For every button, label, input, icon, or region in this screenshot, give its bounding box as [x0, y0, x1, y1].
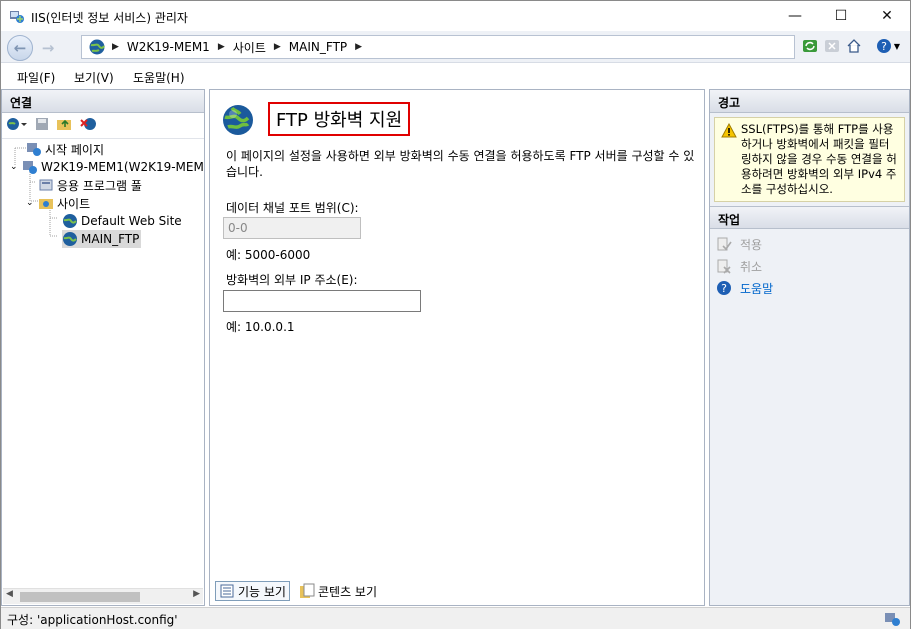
scrollbar-thumb[interactable]: [20, 592, 140, 602]
connections-pane: 연결 시작 페이지 ⌄ W2K19-MEM1(W2K19-MEM 응용 프로그램…: [1, 89, 205, 606]
feature-description: 이 페이지의 설정을 사용하면 외부 방화벽의 수동 연결을 허용하도록 FTP…: [226, 149, 695, 179]
disconnect-icon[interactable]: [80, 116, 98, 135]
server-globe-icon: [89, 39, 105, 55]
stop-icon[interactable]: [823, 37, 841, 55]
connections-tree: 시작 페이지 ⌄ W2K19-MEM1(W2K19-MEM 응용 프로그램 풀 …: [2, 140, 204, 590]
tree-item-label: 사이트: [57, 196, 91, 211]
save-icon[interactable]: [34, 116, 50, 135]
actions-pane: 경고 SSL(FTPS)를 통해 FTP를 사용하거나 방화벽에서 패킷을 필터…: [709, 89, 910, 606]
horizontal-scrollbar[interactable]: ◀ ▶: [3, 588, 203, 604]
content-view-icon: [299, 583, 315, 598]
tree-item-default-web-site[interactable]: Default Web Site: [62, 212, 182, 230]
title-bar: IIS(인터넷 정보 서비스) 관리자 — ☐ ✕: [1, 1, 910, 31]
globe-icon: [63, 214, 77, 228]
features-view-icon: [220, 584, 234, 598]
home-icon[interactable]: [845, 37, 863, 55]
alerts-header: 경고: [710, 90, 909, 113]
minimize-button[interactable]: —: [772, 1, 818, 31]
app-pool-icon: [39, 179, 53, 191]
tab-content-view[interactable]: 콘텐츠 보기: [296, 581, 380, 601]
cancel-icon: [717, 259, 731, 274]
globe-icon: [63, 232, 77, 246]
menu-bar: 파일(F) 보기(V) 도움말(H): [1, 64, 910, 88]
connect-icon[interactable]: [6, 116, 28, 135]
port-range-example: 예: 5000-6000: [226, 248, 311, 262]
tab-label: 기능 보기: [238, 584, 286, 599]
tree-item-app-pools[interactable]: 응용 프로그램 풀: [38, 176, 142, 194]
status-bar: 구성: 'applicationHost.config': [1, 607, 910, 629]
back-button[interactable]: ←: [7, 35, 33, 61]
alert-message: SSL(FTPS)를 통해 FTP를 사용하거나 방화벽에서 패킷을 필터링하지…: [741, 122, 897, 196]
port-range-label: 데이터 채널 포트 범위(C):: [226, 201, 359, 215]
tree-item-label: W2K19-MEM1(W2K19-MEM: [41, 160, 204, 174]
apply-icon: [717, 237, 732, 251]
feature-pane: FTP 방화벽 지원 이 페이지의 설정을 사용하면 외부 방화벽의 수동 연결…: [209, 89, 705, 606]
scroll-left-icon[interactable]: ◀: [6, 589, 13, 599]
breadcrumb-separator-icon: ▶: [217, 42, 225, 52]
connections-toolbar: [2, 113, 204, 139]
tree-item-sites[interactable]: ⌄ 사이트: [26, 194, 90, 212]
arrow-right-icon: →: [41, 39, 55, 57]
tree-item-label: 시작 페이지: [45, 142, 105, 157]
warning-icon: [721, 123, 737, 138]
tree-item-label: Default Web Site: [81, 214, 182, 228]
port-range-input[interactable]: [223, 217, 361, 239]
help-action[interactable]: ? 도움말: [710, 277, 909, 299]
server-status-icon: [885, 613, 900, 626]
breadcrumb-separator-icon: ▶: [273, 42, 281, 52]
tree-item-label: MAIN_FTP: [81, 232, 140, 246]
chevron-down-icon[interactable]: ⌄: [26, 198, 38, 208]
tree-item-label: 응용 프로그램 풀: [57, 178, 142, 193]
apply-action[interactable]: 적용: [710, 233, 909, 255]
external-ip-example: 예: 10.0.0.1: [226, 320, 295, 334]
action-label: 취소: [740, 259, 763, 274]
svg-text:?: ?: [721, 282, 727, 295]
tree-item-start-page[interactable]: 시작 페이지: [26, 140, 104, 158]
view-tabs: 기능 보기 콘텐츠 보기: [209, 579, 705, 603]
breadcrumb-separator-icon: ▶: [355, 42, 363, 52]
tree-item-server[interactable]: ⌄ W2K19-MEM1(W2K19-MEM: [10, 158, 204, 176]
status-text: 구성: 'applicationHost.config': [7, 613, 178, 627]
help-icon[interactable]: ? ▼: [873, 37, 903, 55]
tree-item-main-ftp[interactable]: MAIN_FTP: [62, 230, 142, 248]
address-bar[interactable]: ▶ W2K19-MEM1 ▶ 사이트 ▶ MAIN_FTP ▶: [81, 35, 795, 59]
refresh-icon[interactable]: [801, 37, 819, 55]
breadcrumb-sites[interactable]: 사이트: [233, 39, 266, 56]
close-button[interactable]: ✕: [864, 1, 910, 31]
external-ip-input[interactable]: [223, 290, 421, 312]
maximize-button[interactable]: ☐: [818, 1, 864, 31]
cancel-action[interactable]: 취소: [710, 255, 909, 277]
page-title: FTP 방화벽 지원: [268, 102, 411, 136]
window-title: IIS(인터넷 정보 서비스) 관리자: [31, 11, 188, 25]
svg-text:?: ?: [881, 40, 887, 53]
alert-box: SSL(FTPS)를 통해 FTP를 사용하거나 방화벽에서 패킷을 필터링하지…: [714, 117, 905, 202]
action-label: 도움말: [740, 281, 774, 296]
server-icon: [23, 161, 37, 174]
actions-header: 작업: [710, 206, 909, 229]
up-folder-icon[interactable]: [56, 116, 74, 135]
sites-folder-icon: [39, 199, 53, 209]
scroll-right-icon[interactable]: ▶: [193, 589, 200, 599]
breadcrumb-main-ftp[interactable]: MAIN_FTP: [289, 40, 347, 54]
help-icon: ?: [717, 281, 731, 295]
breadcrumb-separator-icon: ▶: [112, 42, 119, 52]
ftp-globe-icon: [223, 105, 253, 135]
menu-help[interactable]: 도움말(H): [133, 69, 185, 86]
connections-header: 연결: [2, 90, 204, 113]
action-label: 적용: [740, 237, 763, 252]
iis-manager-window: IIS(인터넷 정보 서비스) 관리자 — ☐ ✕ ← → ▶ W2K19-ME…: [0, 0, 911, 629]
arrow-left-icon: ←: [13, 39, 27, 57]
start-page-icon: [27, 143, 41, 156]
iis-app-icon: [10, 11, 24, 23]
forward-button[interactable]: →: [35, 35, 61, 61]
breadcrumb-server[interactable]: W2K19-MEM1: [127, 40, 210, 54]
navigation-bar: ← → ▶ W2K19-MEM1 ▶ 사이트 ▶ MAIN_FTP ▶ ? ▼: [1, 31, 910, 63]
menu-view[interactable]: 보기(V): [74, 69, 114, 86]
tab-label: 콘텐츠 보기: [317, 584, 377, 599]
external-ip-label: 방화벽의 외부 IP 주소(E):: [226, 273, 358, 287]
chevron-down-icon[interactable]: ⌄: [10, 162, 22, 172]
menu-file[interactable]: 파일(F): [17, 69, 55, 86]
tab-features-view[interactable]: 기능 보기: [215, 581, 290, 601]
